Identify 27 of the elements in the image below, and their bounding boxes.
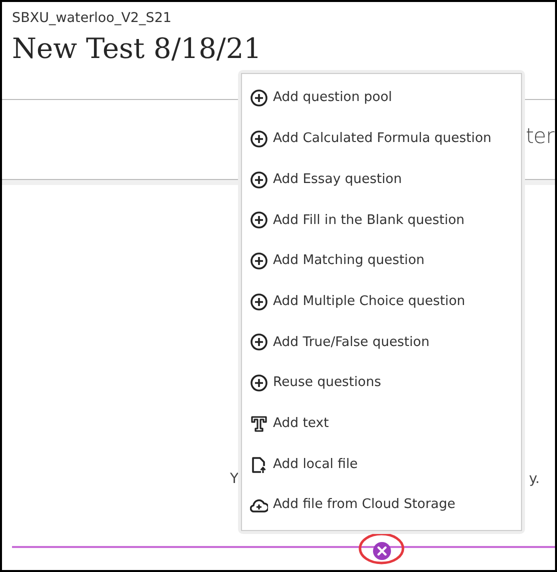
body-text: y.: [529, 470, 540, 489]
file-upload-icon: [250, 456, 268, 474]
body-text: Y: [230, 470, 239, 489]
plus-circle-icon: [250, 211, 268, 230]
plus-circle-icon: [250, 292, 268, 311]
menu-item[interactable]: Add Essay question: [242, 159, 521, 200]
text-icon: [250, 414, 268, 433]
menu-item[interactable]: Add file from Cloud Storage: [242, 484, 521, 526]
menu-item[interactable]: Add Matching question: [242, 240, 521, 282]
section-heading: ter: [526, 122, 554, 150]
plus-circle-icon: [250, 130, 268, 148]
menu-item[interactable]: Add text: [242, 404, 521, 444]
plus-circle-icon: [250, 333, 268, 352]
plus-circle-icon: [250, 170, 268, 189]
highlight-ring: [358, 532, 405, 565]
course-name: SBXU_waterloo_V2_S21: [12, 9, 173, 28]
menu-item[interactable]: Add Fill in the Blank question: [242, 200, 521, 241]
menu-item[interactable]: Add True/False question: [242, 322, 521, 363]
menu-item[interactable]: Add Multiple Choice question: [242, 281, 521, 322]
plus-circle-icon: [250, 252, 268, 270]
menu-item[interactable]: Add local file: [242, 444, 521, 485]
plus-circle-icon: [250, 374, 268, 392]
plus-circle-icon: [250, 89, 268, 108]
menu-item[interactable]: Add Calculated Formula question: [242, 118, 521, 160]
menu-item[interactable]: Reuse questions: [242, 362, 521, 404]
page-title: New Test 8/18/21: [12, 32, 262, 66]
menu-item[interactable]: Add question pool: [242, 78, 521, 119]
